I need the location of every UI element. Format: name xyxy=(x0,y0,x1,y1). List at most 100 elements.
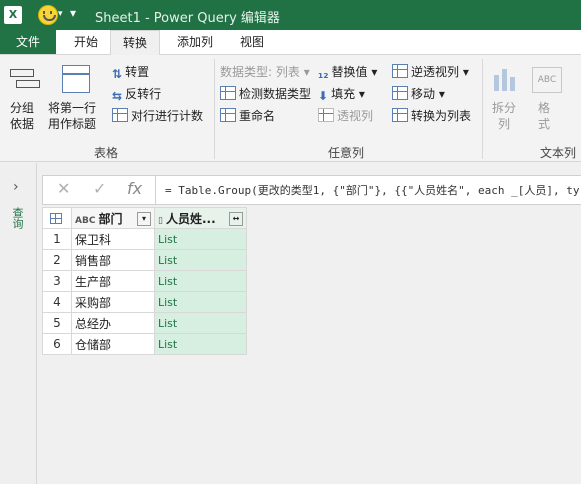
ribbon-tabs: 文件 开始 转换 添加列 视图 xyxy=(0,30,581,56)
formula-bar: ✕ ✓ fx = Table.Group(更改的类型1, {"部门"}, {{"… xyxy=(42,175,581,205)
rename-button[interactable]: 重命名 xyxy=(220,107,275,124)
replace-values-button[interactable]: ₁₂ 替换值 ▾ xyxy=(318,63,378,81)
feedback-dropdown-icon[interactable]: ▾ xyxy=(58,9,63,19)
filter-dropdown-icon[interactable]: ▾ xyxy=(137,211,151,226)
group-label-table: 表格 xyxy=(94,146,119,160)
transpose-label: 转置 xyxy=(125,65,150,79)
count-rows-icon xyxy=(112,108,128,122)
pivot-column-label: 透视列 xyxy=(337,109,374,123)
column-header-names-label: 人员姓... xyxy=(165,211,216,226)
table-menu-button[interactable] xyxy=(42,207,72,229)
table-icon xyxy=(49,213,62,224)
dept-cell[interactable]: 销售部 xyxy=(71,249,155,271)
dept-cell[interactable]: 采购部 xyxy=(71,291,155,313)
dept-cell[interactable]: 仓储部 xyxy=(71,333,155,355)
list-cell[interactable]: List xyxy=(154,249,247,271)
tab-file[interactable]: 文件 xyxy=(0,30,56,54)
rename-icon xyxy=(220,108,236,122)
format-icon: ABC xyxy=(532,67,562,93)
ribbon-separator xyxy=(482,59,483,159)
table-row: 3 生产部 List xyxy=(42,270,247,292)
queries-pane: › 查询 xyxy=(0,163,37,484)
chevron-down-icon: ▾ xyxy=(358,87,365,101)
expand-column-icon[interactable]: ↔ xyxy=(229,211,243,226)
chevron-down-icon: ▾ xyxy=(438,87,445,101)
table-row: 4 采购部 List xyxy=(42,291,247,313)
quick-access-dropdown-icon[interactable]: ▾ xyxy=(70,6,76,20)
function-icon[interactable]: fx xyxy=(127,179,142,198)
list-cell[interactable]: List xyxy=(154,291,247,313)
fill-button[interactable]: ⬇ 填充 ▾ xyxy=(318,85,365,103)
convert-to-list-label: 转换为列表 xyxy=(411,109,472,123)
chevron-down-icon: ▾ xyxy=(371,65,378,79)
table-row: 6 仓储部 List xyxy=(42,333,247,355)
list-cell[interactable]: List xyxy=(154,270,247,292)
replace-values-label: 替换值 xyxy=(331,65,368,79)
pivot-column-icon xyxy=(318,108,334,122)
reverse-rows-button[interactable]: ⇆ 反转行 xyxy=(112,85,162,103)
excel-logo-icon: X xyxy=(4,6,22,24)
formula-divider xyxy=(155,176,156,204)
detect-type-label: 检测数据类型 xyxy=(239,87,312,101)
detect-type-button[interactable]: 检测数据类型 xyxy=(220,85,311,102)
unpivot-icon xyxy=(392,64,408,78)
group-by-icon xyxy=(10,67,40,88)
row-number: 4 xyxy=(42,291,72,313)
list-cell[interactable]: List xyxy=(154,228,247,250)
table-row: 1 保卫科 List xyxy=(42,228,247,250)
tab-transform[interactable]: 转换 xyxy=(110,30,160,56)
group-by-button[interactable]: 分组 依据 xyxy=(10,100,34,132)
queries-pane-label[interactable]: 查询 xyxy=(9,207,25,229)
dept-cell[interactable]: 保卫科 xyxy=(71,228,155,250)
move-icon xyxy=(392,86,408,100)
dept-cell[interactable]: 生产部 xyxy=(71,270,155,292)
count-rows-label: 对行进行计数 xyxy=(131,109,204,123)
move-label: 移动 xyxy=(411,87,436,101)
dept-cell[interactable]: 总经办 xyxy=(71,312,155,334)
row-number: 6 xyxy=(42,333,72,355)
move-button[interactable]: 移动 ▾ xyxy=(392,85,445,102)
ribbon: 分组 依据 将第一行 用作标题 ⇅ 转置 ⇆ 反转行 对行进行计数 表格 数据类型:… xyxy=(0,55,581,162)
expand-pane-chevron-icon[interactable]: › xyxy=(13,179,19,195)
formula-input[interactable]: = Table.Group(更改的类型1, {"部门"}, {{"人员姓名", … xyxy=(165,182,580,198)
transpose-icon: ⇅ xyxy=(112,67,123,81)
format-button[interactable]: 格 式 xyxy=(538,100,550,132)
column-header-dept-label: 部门 xyxy=(98,211,123,226)
group-label-text-column: 文本列 xyxy=(540,146,577,160)
table-row: 2 销售部 List xyxy=(42,249,247,271)
rename-label: 重命名 xyxy=(239,109,276,123)
convert-to-list-button[interactable]: 转换为列表 xyxy=(392,107,471,124)
chevron-down-icon: ▾ xyxy=(462,65,469,79)
transpose-button[interactable]: ⇅ 转置 xyxy=(112,63,150,81)
pivot-column-button[interactable]: 透视列 xyxy=(318,107,373,124)
detect-type-icon xyxy=(220,86,236,100)
column-header-names[interactable]: ▯ 人员姓... ↔ xyxy=(154,207,247,229)
window-title: Sheet1 - Power Query 编辑器 xyxy=(95,11,280,26)
split-column-button[interactable]: 拆分 列 xyxy=(492,100,516,132)
fill-label: 填充 xyxy=(331,87,356,101)
unpivot-button[interactable]: 逆透视列 ▾ xyxy=(392,63,469,80)
data-type-dropdown[interactable]: 数据类型: 列表 ▾ xyxy=(220,63,310,80)
replace-values-icon: ₁₂ xyxy=(318,67,329,81)
tab-home[interactable]: 开始 xyxy=(62,30,110,54)
count-rows-button[interactable]: 对行进行计数 xyxy=(112,107,203,124)
convert-to-list-icon xyxy=(392,108,408,122)
row-number: 5 xyxy=(42,312,72,334)
row-number: 2 xyxy=(42,249,72,271)
title-bar: X ▾ ▾ Sheet1 - Power Query 编辑器 xyxy=(0,0,581,30)
reverse-rows-icon: ⇆ xyxy=(112,89,123,103)
row-number: 3 xyxy=(42,270,72,292)
cancel-formula-icon[interactable]: ✕ xyxy=(57,179,70,198)
row-number: 1 xyxy=(42,228,72,250)
reverse-rows-label: 反转行 xyxy=(125,87,162,101)
list-cell[interactable]: List xyxy=(154,312,247,334)
list-cell[interactable]: List xyxy=(154,333,247,355)
chevron-down-icon: ▾ xyxy=(303,65,310,79)
tab-add-column[interactable]: 添加列 xyxy=(166,30,224,54)
feedback-smiley-icon[interactable] xyxy=(38,5,58,25)
use-first-row-button[interactable]: 将第一行 用作标题 xyxy=(48,100,96,132)
confirm-formula-icon[interactable]: ✓ xyxy=(93,179,106,198)
tab-view[interactable]: 视图 xyxy=(228,30,276,54)
column-header-dept[interactable]: ABC 部门 ▾ xyxy=(71,207,155,229)
data-grid: ABC 部门 ▾ ▯ 人员姓... ↔ 1 保卫科 List 2 销售部 List 3 … xyxy=(42,207,247,355)
